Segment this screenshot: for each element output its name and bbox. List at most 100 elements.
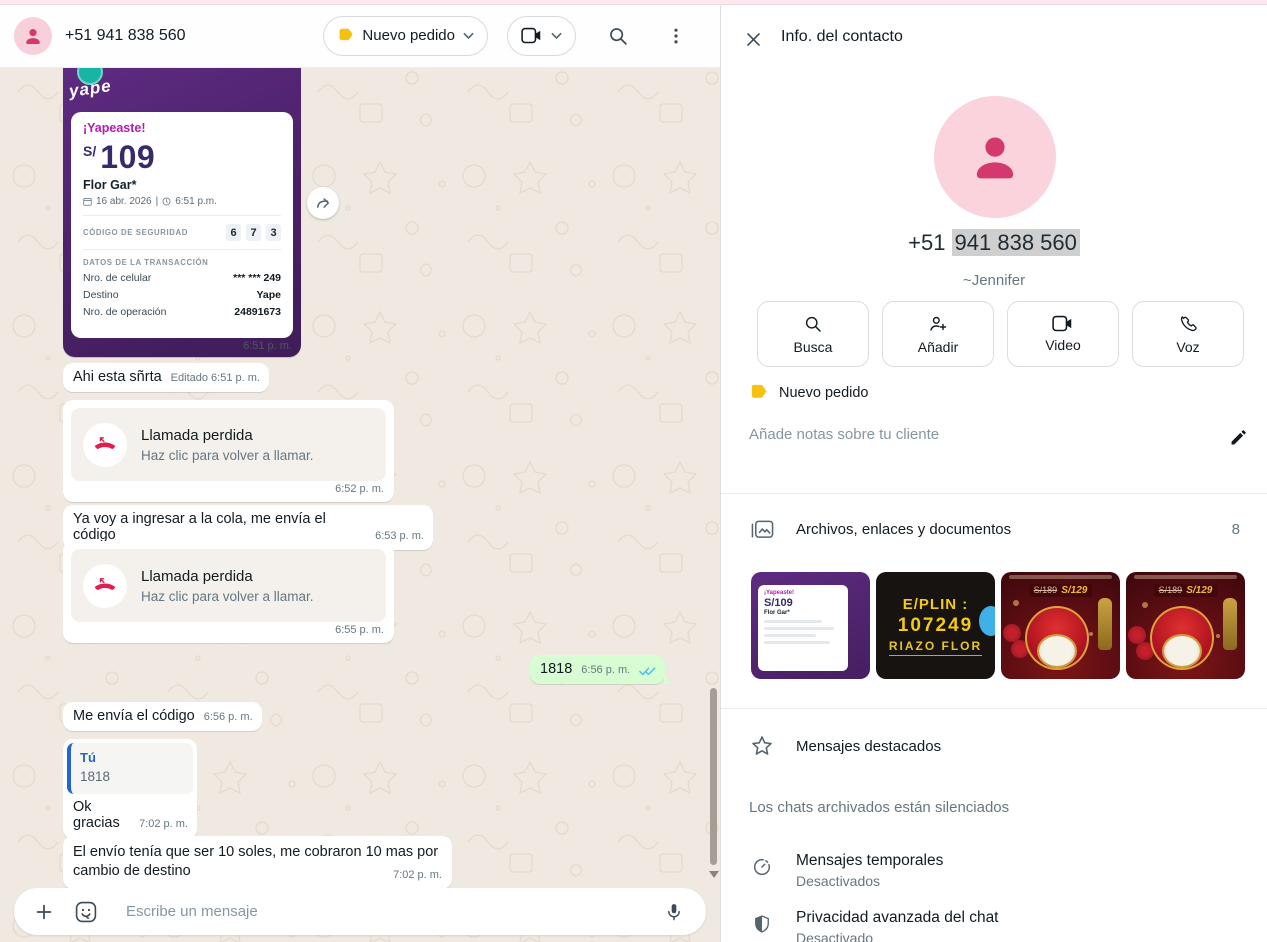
media-thumbnail-plin-number[interactable]: E/PLIN : 107249 RIAZO FLOR [876,572,995,679]
media-links-docs-row[interactable]: Archivos, enlaces y documentos 8 [749,516,1240,542]
kebab-menu-icon [666,26,686,46]
panel-title: Info. del contacto [781,28,903,46]
customer-notes-placeholder[interactable]: Añade notas sobre tu cliente [749,426,939,443]
chevron-down-icon [551,32,562,40]
video-call-contact-button[interactable]: Video [1007,301,1119,367]
shield-icon [749,911,775,937]
star-icon [749,733,775,759]
emoji-button[interactable] [70,896,102,928]
chat-header: +51 941 838 560 Nuevo pedido [0,4,720,68]
message-text: Me envía el código [73,708,195,724]
forward-message-button[interactable] [307,187,339,219]
microphone-icon [664,901,684,923]
clock-icon [162,197,171,206]
add-contact-button[interactable]: Añadir [882,301,994,367]
selected-phone-text: 941 838 560 [952,229,1080,256]
media-thumbnail-yape-receipt[interactable]: ¡Yapeaste! S/109 Flor Gar* [751,572,870,679]
quote-text: 1818 [80,767,183,786]
call-back-action[interactable]: Llamada perdida Haz clic para volver a l… [71,408,386,481]
receipt-title: ¡Yapeaste! [83,121,281,135]
outgoing-message[interactable]: 1818 6:56 p. m. [530,655,665,684]
message-time: 6:52 p. m. [335,483,384,496]
call-back-action[interactable]: Llamada perdida Haz clic para volver a l… [71,549,386,622]
attach-button[interactable] [28,896,60,928]
voice-message-button[interactable] [658,896,690,928]
incoming-message-with-quote[interactable]: Tú 1818 Ok gracias 7:02 p. m. [63,739,197,839]
video-camera-icon [1052,315,1074,332]
search-contact-button[interactable]: Busca [757,301,869,367]
order-label-button[interactable]: Nuevo pedido [323,16,488,56]
media-thumbnail-promo[interactable]: S/189S/129 [1001,572,1120,679]
message-time: 7:02 p. m. [139,818,188,831]
chevron-down-icon [463,32,474,40]
order-label-row[interactable]: Nuevo pedido [749,383,869,402]
label-tag-icon [749,383,768,402]
yape-receipt-card: ¡Yapeaste! S/ 109 Flor Gar* 16 abr. 2026… [71,112,293,338]
search-icon [607,25,629,47]
scrollbar-down-arrow[interactable] [709,871,719,878]
person-icon [963,125,1027,189]
security-digits: 6 7 3 [226,224,281,241]
message-time: Editado 6:51 p. m. [171,372,260,385]
chat-contact-phone[interactable]: +51 941 838 560 [65,27,186,45]
divider [721,708,1267,709]
archived-chats-note: Los chats archivados están silenciados [749,799,1009,816]
message-composer [14,888,706,935]
message-text: 1818 [540,661,572,677]
missed-call-icon-circle [83,564,127,608]
call-subtitle: Haz clic para volver a llamar. [141,587,314,606]
search-in-chat-button[interactable] [600,18,636,54]
incoming-message[interactable]: Ahi esta sñrta Editado 6:51 p. m. [63,363,269,392]
disappearing-messages-row[interactable]: Mensajes temporales Desactivados [749,850,1240,891]
chat-menu-button[interactable] [658,18,694,54]
close-panel-button[interactable] [739,25,767,53]
media-count-badge: 8 [1232,521,1240,538]
person-add-icon [927,314,949,334]
call-title: Llamada perdida [141,425,314,446]
yape-brand-script: yape [68,76,113,102]
message-time: 6:55 p. m. [335,624,384,637]
quote-author: Tú [80,748,183,767]
media-thumbnail-promo[interactable]: S/189S/129 [1126,572,1245,679]
label-tag-icon [337,27,354,44]
contact-push-name: ~Jennifer [721,272,1267,289]
missed-call-message: Llamada perdida Haz clic para volver a l… [63,400,394,502]
missed-call-message: Llamada perdida Haz clic para volver a l… [63,541,394,643]
security-code-label: CÓDIGO DE SEGURIDAD [83,228,188,237]
divider [721,493,1267,494]
contact-action-buttons: Busca Añadir Video Voz [757,301,1244,367]
sticker-smiley-icon [74,900,98,924]
contact-avatar-large[interactable] [934,96,1056,218]
message-input[interactable] [124,902,648,921]
window-top-strip [0,0,1267,5]
voice-call-contact-button[interactable]: Voz [1132,301,1244,367]
chat-scrollbar-thumb[interactable] [710,688,717,865]
contact-phone-number[interactable]: +51 941 838 560 [721,230,1267,256]
missed-call-icon [94,575,116,597]
order-label-text: Nuevo pedido [362,27,455,44]
receipt-recipient: Flor Gar* [83,178,281,192]
quoted-message[interactable]: Tú 1818 [67,743,193,794]
contact-info-panel: Info. del contacto +51 941 838 560 ~Jenn… [720,4,1267,942]
advanced-chat-privacy-row[interactable]: Privacidad avanzada del chat Desactivado [749,907,1240,942]
pencil-icon [1229,428,1248,447]
calendar-icon [83,197,92,206]
yape-receipt-image-message[interactable]: yape ¡Yapeaste! S/ 109 Flor Gar* 16 abr.… [63,68,301,357]
missed-call-icon [94,434,116,456]
forward-arrow-icon [314,194,332,212]
message-time: 6:56 p. m. [581,664,630,677]
incoming-message[interactable]: Me envía el código 6:56 p. m. [63,702,262,731]
message-text: Ya voy a ingresar a la cola, me envía el… [73,511,366,543]
message-time: 7:02 p. m. [393,869,442,882]
media-gallery-icon [749,516,775,542]
message-time: 6:51 p. m. [243,340,292,352]
chat-pane: +51 941 838 560 Nuevo pedido [0,0,720,942]
search-icon [803,314,823,334]
edit-notes-button[interactable] [1226,425,1250,449]
contact-avatar[interactable] [14,17,52,55]
video-call-button[interactable] [507,16,576,56]
starred-messages-row[interactable]: Mensajes destacados [749,733,1240,759]
incoming-message[interactable]: El envío tenía que ser 10 soles, me cobr… [63,836,452,889]
message-text: El envío tenía que ser 10 soles, me cobr… [73,844,438,879]
missed-call-icon-circle [83,423,127,467]
